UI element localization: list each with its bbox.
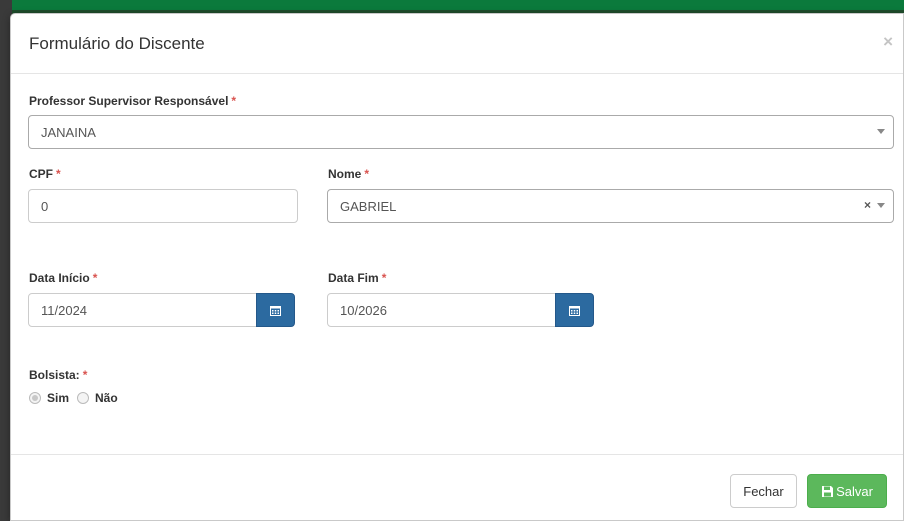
data-inicio-input[interactable]: 11/2024	[28, 293, 257, 327]
required-mark: *	[381, 271, 387, 285]
nome-label: Nome *	[328, 167, 369, 181]
data-inicio-input-value: 11/2024	[41, 302, 88, 318]
floppy-disk-icon	[821, 485, 834, 498]
data-inicio-calendar-button[interactable]	[256, 293, 295, 327]
calendar-icon	[569, 305, 580, 316]
data-fim-calendar-button[interactable]	[555, 293, 594, 327]
data-inicio-label: Data Início *	[29, 271, 97, 285]
required-mark: *	[82, 368, 88, 382]
bolsista-label-text: Bolsista:	[29, 368, 80, 382]
supervisor-label-text: Professor Supervisor Responsável	[29, 94, 229, 108]
fechar-button[interactable]: Fechar	[730, 474, 797, 508]
required-mark: *	[56, 167, 61, 181]
data-fim-input[interactable]: 10/2026	[327, 293, 556, 327]
data-inicio-label-text: Data Início	[29, 271, 90, 285]
supervisor-label: Professor Supervisor Responsável *	[29, 94, 236, 108]
nome-select-value: GABRIEL	[340, 198, 397, 214]
modal-footer: Fechar Salvar	[11, 454, 903, 521]
bolsista-radio-nao[interactable]	[77, 392, 90, 404]
modal-header: Formulário do Discente ×	[11, 14, 903, 74]
bolsista-radio-sim[interactable]	[29, 392, 41, 404]
chevron-down-icon	[877, 203, 885, 208]
cpf-input-value: 0	[41, 198, 49, 214]
modal-title: Formulário do Discente	[29, 34, 205, 53]
required-mark: *	[92, 271, 98, 285]
backdrop-header	[0, 0, 904, 10]
supervisor-select[interactable]: JANAINA	[28, 115, 894, 149]
student-form-modal: Formulário do Discente × Professor Super…	[10, 13, 904, 521]
required-mark: *	[364, 167, 370, 181]
salvar-button-label: Salvar	[836, 483, 873, 499]
bolsista-radio-group: Sim Não	[29, 391, 126, 405]
supervisor-select-value: JANAINA	[41, 124, 96, 140]
clear-icon[interactable]: ×	[864, 198, 871, 212]
data-fim-input-value: 10/2026	[340, 302, 387, 318]
bolsista-option-sim-label: Sim	[47, 391, 70, 405]
bolsista-label: Bolsista: *	[29, 368, 87, 382]
calendar-icon	[270, 305, 281, 316]
data-fim-label: Data Fim *	[328, 271, 386, 285]
cpf-input[interactable]: 0	[28, 189, 298, 223]
bolsista-option-nao-label: Não	[95, 391, 118, 405]
required-mark: *	[231, 94, 237, 108]
chevron-down-icon	[877, 129, 885, 134]
data-fim-label-text: Data Fim	[328, 271, 379, 285]
cpf-label: CPF *	[29, 167, 61, 181]
close-icon[interactable]: ×	[883, 32, 893, 52]
salvar-button[interactable]: Salvar	[807, 474, 887, 508]
cpf-label-text: CPF	[29, 167, 53, 181]
nome-select[interactable]: GABRIEL ×	[327, 189, 894, 223]
nome-label-text: Nome	[328, 167, 362, 181]
